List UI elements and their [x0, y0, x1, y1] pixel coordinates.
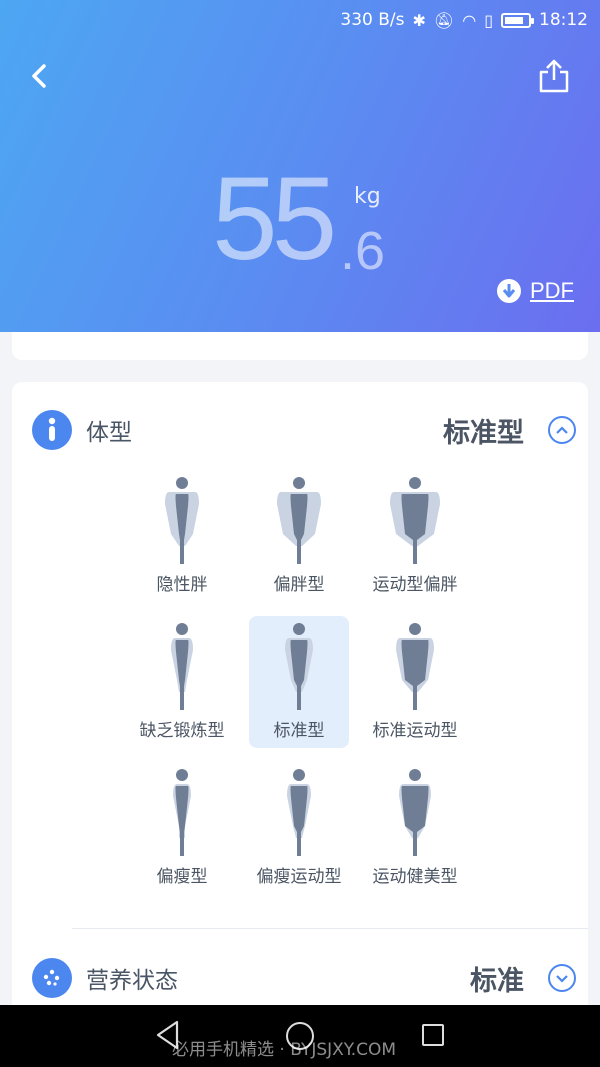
summary-card-bottom	[12, 332, 588, 360]
chevron-down-icon[interactable]	[548, 964, 576, 992]
network-speed: 330 B/s	[340, 10, 405, 30]
watermark: 必用手机精选 · BYJSJXY.COM	[172, 1040, 397, 1060]
nutrition-value: 标准	[470, 965, 524, 997]
weight-unit: kg	[354, 184, 381, 209]
back-arrow-icon	[32, 64, 46, 88]
section-divider	[72, 928, 588, 929]
body-type-option[interactable]: 标准型	[249, 616, 349, 748]
body-type-option[interactable]: 标准运动型	[365, 616, 465, 748]
body-silhouette-icon	[287, 769, 311, 856]
body-type-option[interactable]: 偏瘦运动型	[249, 762, 349, 894]
body-silhouette-icon	[173, 769, 191, 856]
weight-decimal: .6	[340, 221, 386, 281]
pdf-label: PDF	[530, 278, 574, 303]
body-type-option[interactable]: 偏瘦型	[132, 762, 232, 894]
body-type-header[interactable]: 体型 标准型	[32, 408, 580, 452]
body-silhouette-icon	[390, 477, 440, 564]
body-silhouette-icon	[171, 623, 193, 710]
body-silhouette-icon	[285, 623, 313, 710]
body-silhouette-icon	[396, 623, 434, 710]
bluetooth-icon: ✱	[412, 10, 426, 30]
wifi-icon: ◠	[462, 10, 477, 30]
pdf-download-button[interactable]: PDF	[496, 278, 574, 304]
system-nav-bar: 必用手机精选 · BYJSJXY.COM	[0, 1005, 600, 1067]
share-icon	[539, 59, 569, 93]
nutrition-title: 营养状态	[86, 968, 178, 994]
body-type-option-label: 运动型偏胖	[372, 575, 458, 595]
body-silhouette-icon	[165, 477, 199, 564]
body-type-option-label: 运动健美型	[372, 867, 458, 887]
body-type-option-label: 标准运动型	[372, 721, 458, 741]
chevron-up-icon[interactable]	[548, 416, 576, 444]
body-silhouette-icon	[399, 769, 431, 856]
body-type-value: 标准型	[443, 417, 524, 449]
mute-icon: 🔕︎	[433, 10, 455, 30]
nav-recent-icon[interactable]	[422, 1024, 444, 1046]
battery-icon	[501, 12, 534, 28]
body-silhouette-icon	[277, 477, 321, 564]
share-button[interactable]	[538, 56, 570, 96]
body-type-option[interactable]: 运动健美型	[365, 762, 465, 894]
body-type-option[interactable]: 缺乏锻炼型	[132, 616, 232, 748]
body-type-option[interactable]: 隐性胖	[132, 470, 232, 602]
body-type-option[interactable]: 运动型偏胖	[365, 470, 465, 602]
body-type-title: 体型	[86, 420, 132, 446]
header-panel: 330 B/s ✱ 🔕︎ ◠ ▯ 18:12 55 kg .6 PDF	[0, 0, 600, 332]
nutrition-icon	[32, 958, 72, 998]
download-icon	[497, 279, 521, 303]
nutrition-header[interactable]: 营养状态 标准	[32, 956, 580, 1000]
body-type-option[interactable]: 偏胖型	[249, 470, 349, 602]
weight-integer: 55	[212, 153, 337, 285]
person-icon	[32, 410, 72, 450]
alert-icon: ▯	[484, 10, 493, 30]
clock: 18:12	[539, 10, 588, 30]
back-button[interactable]	[26, 58, 56, 94]
status-bar: 330 B/s ✱ 🔕︎ ◠ ▯ 18:12	[340, 8, 588, 32]
analysis-card: 体型 标准型 隐性胖 偏胖型 运动型偏胖 缺乏锻炼型 标准型 标准运动型 偏瘦型 偏瘦运动型运…	[12, 382, 588, 1022]
